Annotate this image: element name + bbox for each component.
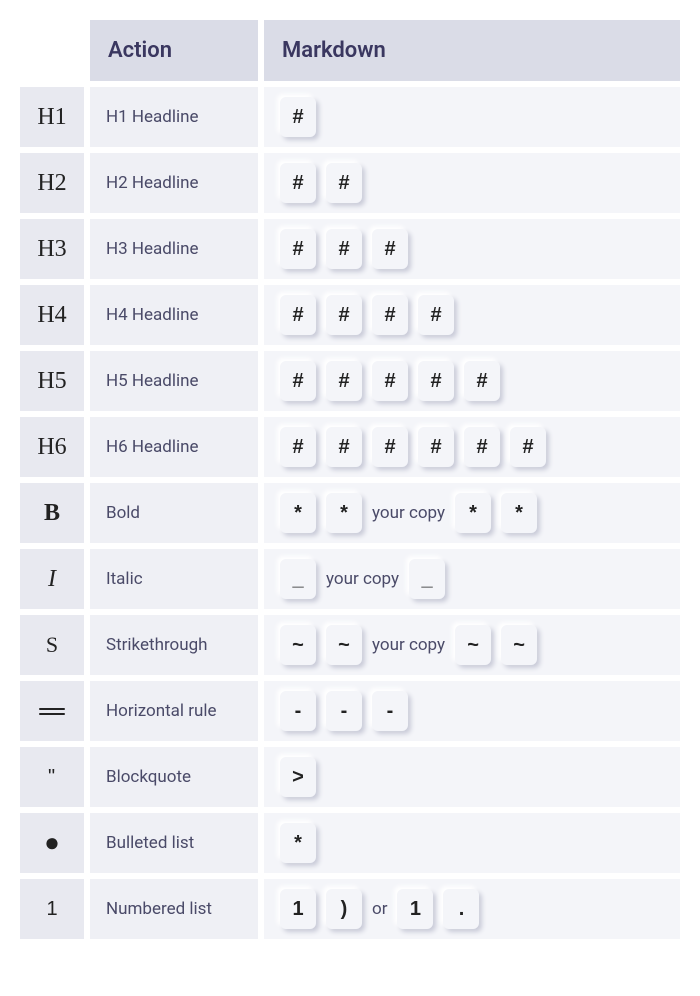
row-markdown: ###### [264,417,680,477]
row-action: H3 Headline [90,219,258,279]
syntax-key: * [280,493,316,533]
row-markdown: ## [264,153,680,213]
syntax-key: - [326,691,362,731]
row-markdown: * [264,813,680,873]
syntax-key: * [455,493,491,533]
syntax-key: # [280,163,316,203]
syntax-key: ) [326,889,362,929]
row-action: Strikethrough [90,615,258,675]
blockquote-icon: " [48,766,56,789]
row-symbol: B [20,483,84,543]
row-action: H2 Headline [90,153,258,213]
syntax-key: # [372,427,408,467]
row-markdown: #### [264,285,680,345]
row-action: H6 Headline [90,417,258,477]
row-symbol: 1 [20,879,84,939]
copy-placeholder: your copy [372,503,445,523]
row-action: Horizontal rule [90,681,258,741]
row-markdown: _ your copy _ [264,549,680,609]
syntax-key: # [372,361,408,401]
syntax-key: * [280,823,316,863]
syntax-key: # [280,361,316,401]
row-markdown: ~~your copy~~ [264,615,680,675]
row-action: Numbered list [90,879,258,939]
syntax-key: # [326,163,362,203]
syntax-key: # [464,427,500,467]
row-symbol: H6 [20,417,84,477]
or-label: or [372,899,387,919]
syntax-key: ~ [501,625,537,665]
row-symbol: H5 [20,351,84,411]
row-markdown: ##### [264,351,680,411]
row-symbol: I [20,549,84,609]
row-symbol: ● [20,813,84,873]
numbered-icon: 1 [46,898,57,921]
syntax-key: . [443,889,479,929]
header-symbol-spacer [20,20,84,81]
row-symbol: H3 [20,219,84,279]
row-action: H5 Headline [90,351,258,411]
row-symbol: H2 [20,153,84,213]
syntax-key: # [326,427,362,467]
header-action: Action [90,20,258,81]
syntax-key: # [510,427,546,467]
copy-placeholder: your copy [326,569,399,589]
header-markdown: Markdown [264,20,680,81]
syntax-key: # [418,427,454,467]
syntax-key: * [501,493,537,533]
syntax-key: # [326,229,362,269]
syntax-key: > [280,757,316,797]
syntax-key: # [326,295,362,335]
syntax-key: 1 [280,889,316,929]
row-symbol: H1 [20,87,84,147]
syntax-key: # [280,97,316,137]
syntax-key: * [326,493,362,533]
row-action: Bold [90,483,258,543]
syntax-key: # [418,295,454,335]
syntax-key: # [418,361,454,401]
row-symbol: " [20,747,84,807]
row-markdown: 1) or 1. [264,879,680,939]
row-markdown: > [264,747,680,807]
syntax-key: # [280,229,316,269]
row-action: Blockquote [90,747,258,807]
syntax-key: # [372,229,408,269]
syntax-key: _ [280,559,316,599]
row-action: Bulleted list [90,813,258,873]
row-action: H4 Headline [90,285,258,345]
row-action: H1 Headline [90,87,258,147]
row-action: Italic [90,549,258,609]
markdown-cheatsheet-table: Action Markdown H1H1 Headline # H2H2 Headl… [20,20,680,939]
syntax-key: # [464,361,500,401]
horizontal-rule-icon [39,708,65,715]
row-markdown: **your copy** [264,483,680,543]
syntax-key: # [280,295,316,335]
row-markdown: --- [264,681,680,741]
syntax-key: _ [409,559,445,599]
italic-icon: I [48,566,56,593]
syntax-key: - [280,691,316,731]
row-markdown: # [264,87,680,147]
copy-placeholder: your copy [372,635,445,655]
row-symbol [20,681,84,741]
syntax-key: - [372,691,408,731]
row-symbol: H4 [20,285,84,345]
syntax-key: # [280,427,316,467]
strikethrough-icon: S [46,632,58,658]
syntax-key: # [372,295,408,335]
syntax-key: ~ [455,625,491,665]
syntax-key: ~ [326,625,362,665]
row-symbol: S [20,615,84,675]
row-markdown: ### [264,219,680,279]
syntax-key: 1 [397,889,433,929]
bold-icon: B [44,500,60,527]
syntax-key: ~ [280,625,316,665]
syntax-key: # [326,361,362,401]
